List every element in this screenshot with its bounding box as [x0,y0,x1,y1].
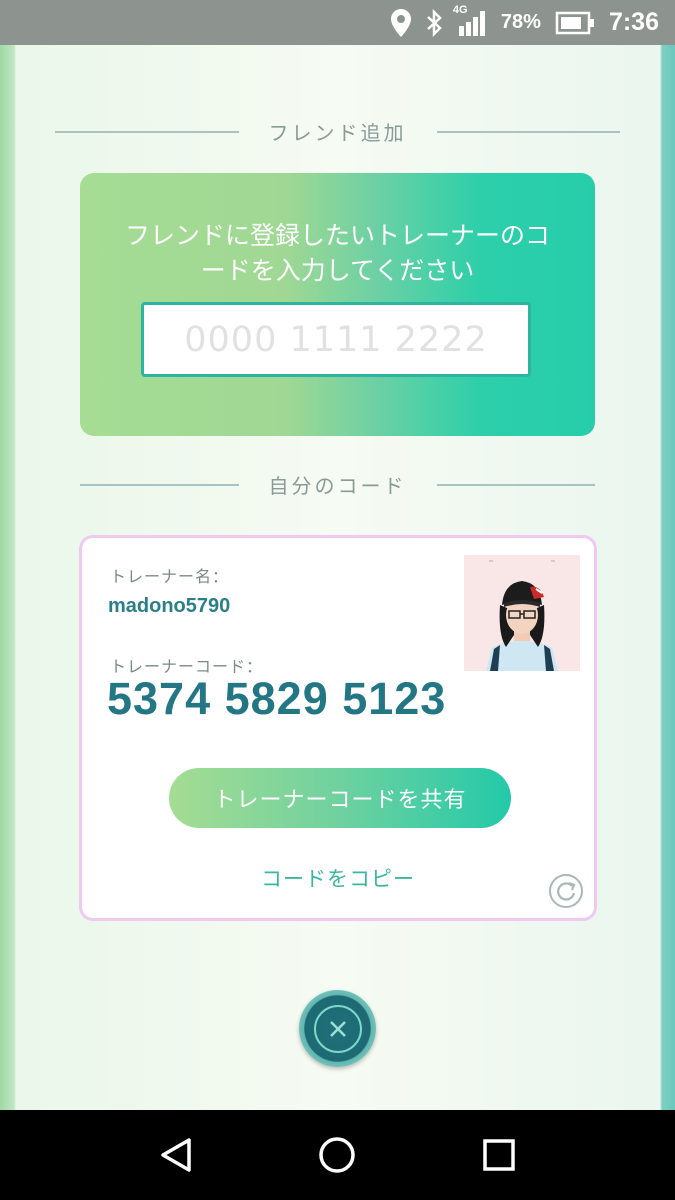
recents-icon[interactable] [479,1135,519,1175]
clock: 7:36 [608,8,659,36]
battery-icon [555,11,595,35]
close-icon [312,1003,364,1055]
divider [80,483,239,486]
avatar [464,555,580,671]
navigation-bar [0,1110,675,1200]
divider [436,130,620,133]
my-code-card: トレーナー名： madono5790 トレーナーコード： 5374 5829 5… [79,535,597,921]
bluetooth-icon [425,8,443,37]
network-type: 4G [452,3,468,16]
trainer-name-label: トレーナー名： [110,567,230,586]
friend-code-screen: フレンド追加 フレンドに登録したいトレーナーのコードを入力してください 自分のコ… [0,45,675,1110]
signal-icon: 4G [453,4,487,36]
close-button[interactable] [299,990,376,1067]
home-icon[interactable] [317,1135,357,1175]
my-code-header: 自分のコード [80,470,595,499]
status-bar: 4G 78% 7:36 [0,0,675,45]
trainer-name: madono5790 [108,595,231,617]
back-icon[interactable] [156,1135,196,1175]
refresh-icon[interactable] [548,873,584,909]
trainer-code-input[interactable] [141,302,531,377]
trainer-code: 5374 5829 5123 [107,673,447,724]
divider [436,483,595,486]
friend-add-header: フレンド追加 [55,117,620,146]
location-icon [390,8,411,37]
friend-add-card: フレンドに登録したいトレーナーのコードを入力してください [80,173,595,436]
friend-add-title: フレンド追加 [268,121,407,145]
divider [55,130,239,133]
copy-code-link[interactable]: コードをコピー [82,863,594,893]
friend-add-prompt: フレンドに登録したいトレーナーのコードを入力してください [124,221,550,285]
battery-percent: 78% [500,11,541,33]
my-code-title: 自分のコード [268,474,407,498]
share-trainer-code-button[interactable]: トレーナーコードを共有 [169,768,511,828]
